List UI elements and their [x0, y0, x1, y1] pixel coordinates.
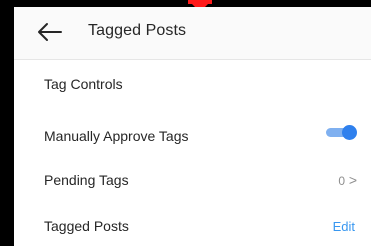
- row-manually-approve-tags: Manually Approve Tags: [14, 115, 371, 159]
- section-label-tag-controls: Tag Controls: [44, 76, 123, 92]
- frame-border-top: [0, 0, 371, 7]
- toggle-knob: [342, 125, 357, 140]
- chevron-right-icon: >: [348, 172, 357, 188]
- row-label-manually-approve: Manually Approve Tags: [44, 128, 189, 144]
- back-button[interactable]: [36, 21, 64, 43]
- row-tagged-posts: Tagged Posts Edit: [14, 203, 371, 247]
- pending-tags-count: 0: [338, 174, 345, 188]
- arrow-left-icon: [38, 23, 62, 41]
- screenshot-frame: Tagged Posts Tag Controls Manually Appro…: [0, 0, 371, 246]
- manually-approve-toggle[interactable]: [326, 125, 357, 140]
- edit-link[interactable]: Edit: [333, 219, 355, 234]
- row-label-tagged-posts: Tagged Posts: [44, 218, 129, 234]
- frame-border-left: [0, 0, 14, 246]
- tagged-posts-screen: Tagged Posts Tag Controls Manually Appro…: [14, 7, 371, 246]
- row-pending-tags[interactable]: Pending Tags 0 >: [14, 159, 371, 203]
- row-label-pending-tags: Pending Tags: [44, 172, 129, 188]
- page-title: Tagged Posts: [88, 22, 187, 39]
- header-bar: Tagged Posts: [14, 7, 371, 60]
